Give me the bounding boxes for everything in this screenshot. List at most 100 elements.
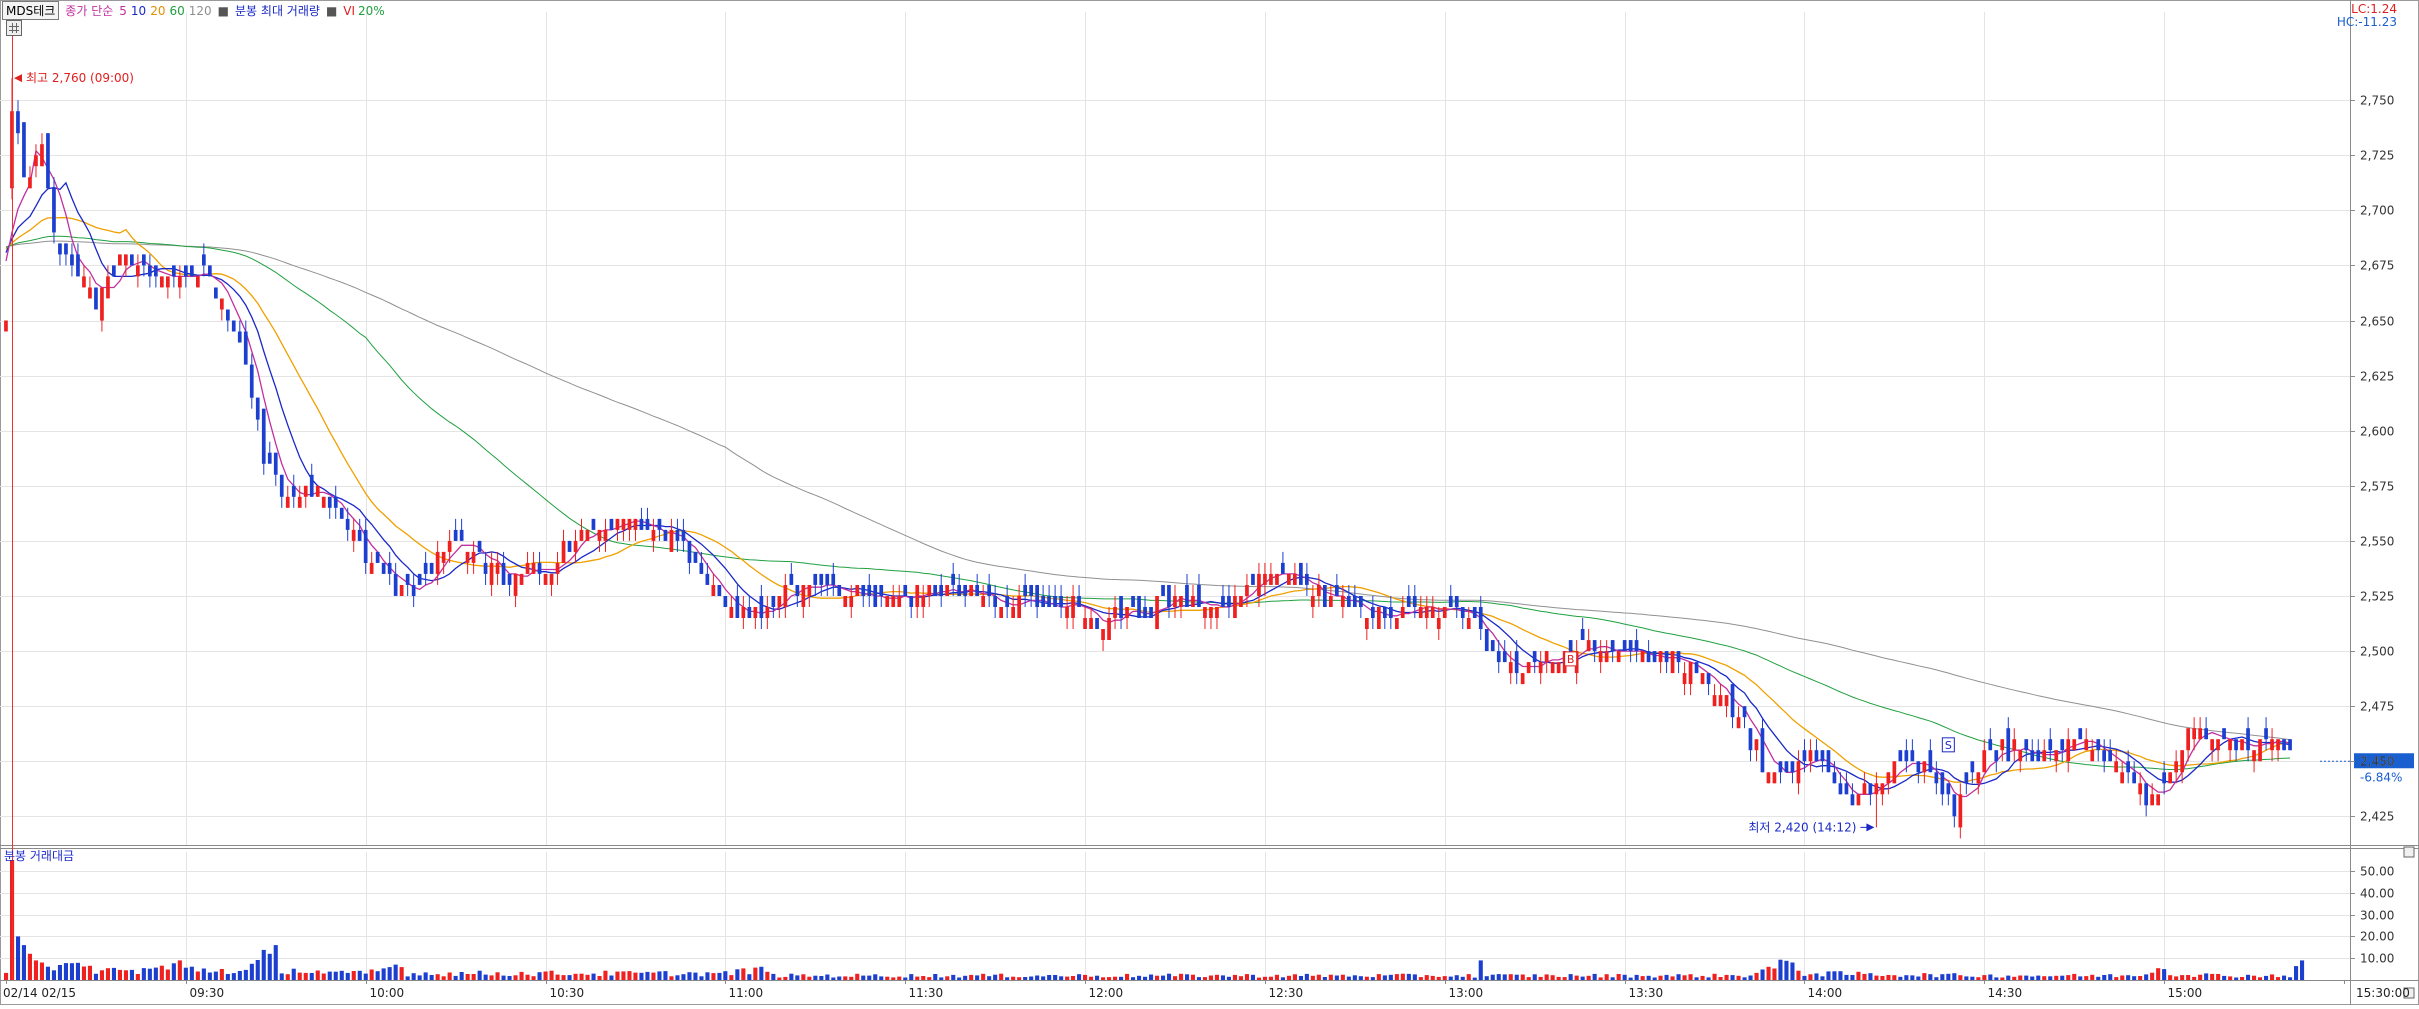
- candle-body: [1688, 662, 1693, 685]
- candle-body: [1778, 761, 1783, 773]
- candle-body: [1532, 651, 1537, 663]
- price-tick-label: 2,500: [2360, 645, 2394, 659]
- candle-down: [1472, 607, 1477, 619]
- ma-period-120[interactable]: 120: [189, 4, 212, 18]
- volume-bar: [621, 971, 626, 980]
- candle-body: [531, 562, 536, 574]
- candle-body: [1700, 673, 1705, 685]
- ma-period-60[interactable]: 60: [169, 4, 184, 18]
- price-tick-label: 2,550: [2360, 535, 2394, 549]
- candle-body: [1113, 607, 1117, 618]
- candle-body: [1161, 585, 1165, 596]
- candle-body: [1718, 695, 1723, 707]
- volume-bar: [1143, 976, 1148, 980]
- candle-body: [1526, 662, 1531, 674]
- candle-body: [1556, 662, 1561, 674]
- candle-down: [130, 254, 134, 266]
- candle-up: [969, 584, 973, 596]
- candle-up: [399, 584, 404, 596]
- candle-body: [471, 551, 476, 563]
- chart-canvas[interactable]: 최고 2,760 (09:00) 최저 2,420 (14:12) B S 2,450-…: [0, 0, 2419, 1005]
- volume-bar: [2108, 974, 2113, 980]
- ma-period-20[interactable]: 20: [150, 4, 165, 18]
- candle-body: [1748, 728, 1753, 751]
- volume-bar: [1550, 975, 1555, 980]
- volume-bar: [1011, 976, 1016, 980]
- candle-body: [64, 243, 68, 255]
- volume-bar: [1670, 976, 1675, 980]
- candle-body: [1646, 651, 1651, 663]
- volume-bar: [1508, 974, 1513, 980]
- candle-body: [405, 573, 410, 585]
- candle-body: [70, 254, 74, 266]
- candle-body: [1976, 772, 1981, 784]
- candle-body: [1389, 607, 1393, 618]
- volume-bar: [711, 973, 716, 980]
- candle-body: [22, 122, 26, 178]
- candle-body: [1850, 794, 1855, 806]
- volume-bar: [1952, 973, 1957, 980]
- candle-body: [807, 585, 812, 596]
- candle-body: [1305, 573, 1309, 585]
- candle-body: [1239, 596, 1243, 607]
- volume-bar: [633, 972, 638, 980]
- volume-bar: [2168, 975, 2173, 980]
- stock-chart[interactable]: 최고 2,760 (09:00) 최저 2,420 (14:12) B S 2,450-…: [0, 0, 2419, 1005]
- candle-body: [729, 607, 734, 618]
- candle-body: [2054, 750, 2059, 762]
- candle-body: [178, 276, 182, 288]
- candle-down: [873, 584, 878, 607]
- candle-body: [1311, 596, 1315, 607]
- volume-bar: [147, 968, 152, 980]
- candle-body: [2108, 750, 2112, 762]
- volume-bar: [1250, 974, 1255, 980]
- volume-bar: [1340, 974, 1345, 980]
- candle-body: [855, 585, 860, 596]
- volume-bar: [321, 973, 326, 980]
- candle-down: [339, 507, 344, 519]
- candle-body: [1442, 607, 1447, 618]
- grid-settings-icon[interactable]: [6, 20, 22, 36]
- volume-bar: [1029, 976, 1034, 980]
- volume-bar: [639, 972, 644, 980]
- vi-label[interactable]: VI: [343, 4, 355, 18]
- vi-value[interactable]: 20%: [358, 4, 385, 18]
- candle-body: [1484, 629, 1489, 651]
- candle-body: [429, 562, 434, 574]
- candle-down: [1484, 629, 1489, 652]
- volume-bar: [1598, 977, 1603, 980]
- candle-body: [1970, 761, 1975, 773]
- volume-label[interactable]: 분봉 최대 거래량: [235, 2, 320, 19]
- volume-bar: [837, 976, 842, 980]
- candle-body: [202, 254, 206, 266]
- candle-down: [663, 529, 668, 541]
- candle-body: [1035, 585, 1039, 607]
- volume-bar: [753, 967, 758, 980]
- volume-bar: [1430, 975, 1435, 980]
- candle-body: [1400, 607, 1405, 618]
- volume-bar: [963, 975, 968, 980]
- ma-period-5[interactable]: 5: [119, 4, 127, 18]
- volume-bar: [1766, 966, 1771, 980]
- ma-type-label[interactable]: 종가 단순: [65, 2, 113, 19]
- volume-bar: [1220, 975, 1225, 980]
- candle-down: [1826, 750, 1831, 773]
- volume-bar: [705, 972, 710, 980]
- candle-body: [2252, 750, 2256, 762]
- signal-letter: B: [1567, 653, 1575, 666]
- candle-up: [196, 276, 200, 288]
- candle-body: [393, 573, 398, 596]
- volume-bar: [645, 971, 650, 980]
- volume-bar: [1640, 976, 1645, 980]
- ma-period-10[interactable]: 10: [131, 4, 146, 18]
- volume-tick-label: 20.00: [2360, 930, 2394, 944]
- volume-bar: [1532, 974, 1537, 980]
- candle-body: [124, 254, 128, 266]
- volume-bar: [93, 973, 98, 980]
- candle-body: [1185, 585, 1189, 607]
- stock-name[interactable]: MDS테크: [2, 1, 60, 20]
- volume-bar: [279, 973, 284, 980]
- volume-bar: [915, 976, 920, 980]
- candle-body: [519, 573, 524, 585]
- volume-bar: [1005, 977, 1010, 980]
